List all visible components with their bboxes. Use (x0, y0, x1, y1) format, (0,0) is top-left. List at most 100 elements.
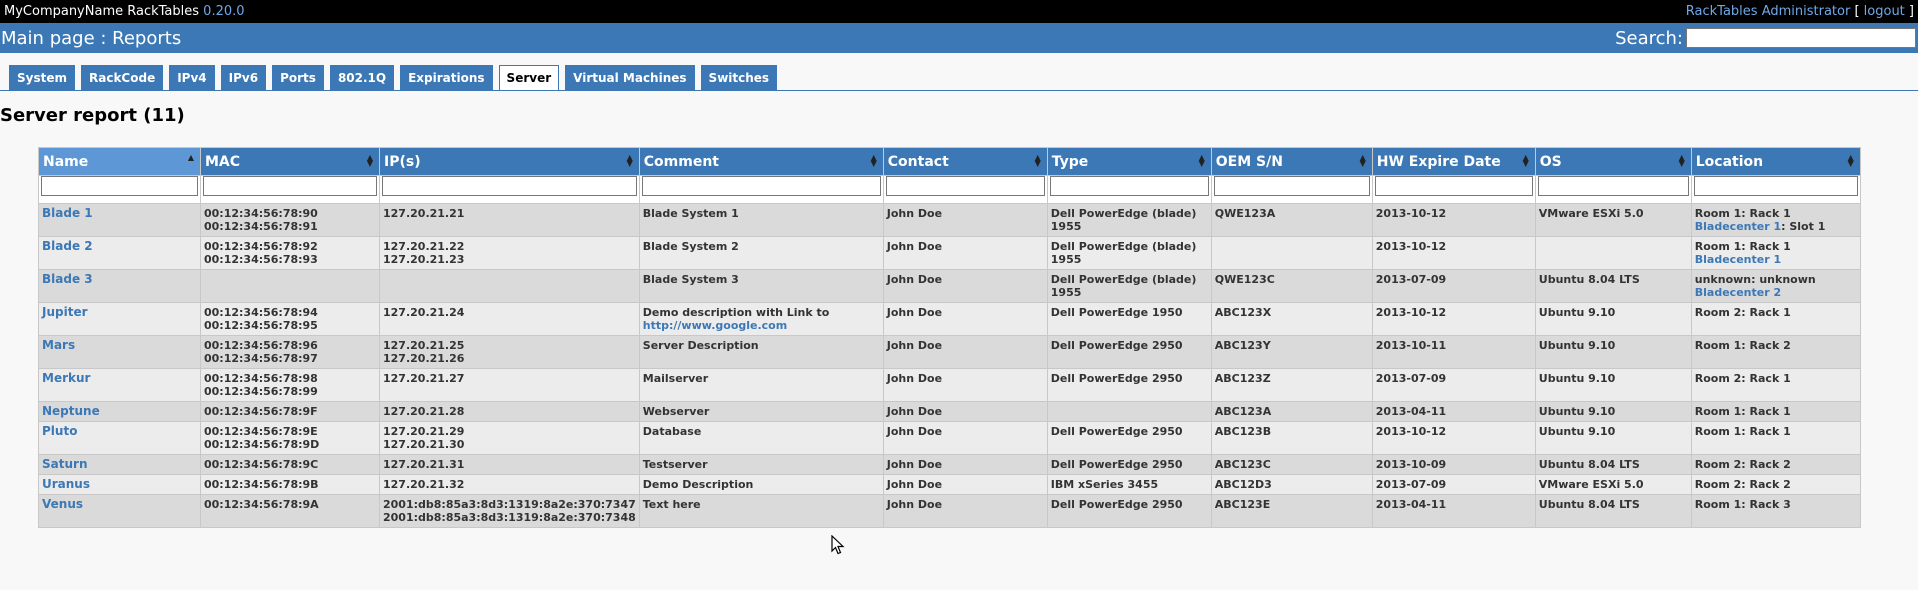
mac-address: 00:12:34:56:78:97 (204, 352, 318, 365)
cell-name: Merkur (38, 368, 201, 402)
column-header-type[interactable]: Type ▲ ▼ (1046, 147, 1212, 176)
filter-input-hw-expire-date[interactable] (1374, 176, 1533, 196)
cell-mac: 00:12:34:56:78:90 00:12:34:56:78:91 (200, 203, 380, 237)
cell-oem-sn: QWE123A (1210, 203, 1373, 237)
object-link[interactable]: Merkur (42, 371, 90, 385)
object-link[interactable]: Saturn (42, 457, 87, 471)
table-row: Merkur 00:12:34:56:78:98 00:12:34:56:78:99… (38, 368, 1861, 402)
object-link[interactable]: Neptune (42, 404, 100, 418)
breadcrumb[interactable]: Main page : Reports (1, 28, 181, 49)
location-text: unknown: unknown (1694, 273, 1816, 286)
object-link[interactable]: Blade 2 (42, 239, 93, 253)
tab-expirations[interactable]: Expirations (400, 65, 493, 90)
object-link[interactable]: Venus (42, 497, 83, 511)
cell-os: VMware ESXi 5.0 (1534, 474, 1692, 495)
cell-comment: Server Description (638, 335, 884, 369)
filter-input-location[interactable] (1693, 176, 1858, 196)
object-link[interactable]: Jupiter (42, 305, 88, 319)
report-title: Server report (11) (0, 105, 185, 126)
table-row: Jupiter 00:12:34:56:78:94 00:12:34:56:78:9… (38, 302, 1861, 336)
cell-type: IBM xSeries 3455 (1046, 474, 1212, 495)
location-line: Bladecenter 2 (1695, 286, 1857, 299)
column-header-label: Name (43, 153, 89, 170)
column-header-hw-expire-date[interactable]: HW Expire Date ▲ ▼ (1371, 147, 1536, 176)
top-bar: MyCompanyName RackTables 0.20.0 RackTabl… (0, 0, 1918, 23)
column-header-os[interactable]: OS ▲ ▼ (1534, 147, 1692, 176)
column-header-location[interactable]: Location ▲ ▼ (1690, 147, 1861, 176)
cell-mac: 00:12:34:56:78:92 00:12:34:56:78:93 (200, 236, 380, 270)
tab-ipv4[interactable]: IPv4 (169, 65, 215, 90)
search-area: Search: (1615, 28, 1916, 49)
comment-text: Text here (642, 498, 701, 511)
tab-server[interactable]: Server (498, 65, 560, 90)
filter-input-ip-s[interactable] (382, 176, 637, 196)
tab-ipv6[interactable]: IPv6 (220, 65, 267, 90)
cell-mac: 00:12:34:56:78:9C (200, 454, 380, 475)
column-header-mac[interactable]: MAC ▲ ▼ (200, 147, 380, 176)
comment-link[interactable]: http://www.google.com (643, 319, 787, 332)
cell-os: Ubuntu 9.10 (1534, 368, 1692, 402)
cell-os: Ubuntu 9.10 (1534, 302, 1692, 336)
tab-ports[interactable]: Ports (272, 65, 324, 90)
column-header-oem-s-n[interactable]: OEM S/N ▲ ▼ (1210, 147, 1373, 176)
server-report-table: Name ▲ MAC ▲ ▼ IP(s) ▲ ▼ Comment ▲ ▼ Contact ▲ ▼ Type ▲… (38, 147, 1861, 528)
filter-input-type[interactable] (1049, 176, 1209, 196)
tab-802-1q[interactable]: 802.1Q (329, 65, 395, 90)
ip-address: 127.20.21.27 (383, 372, 465, 385)
object-link[interactable]: Blade 1 (42, 206, 93, 220)
object-link[interactable]: Blade 3 (42, 272, 93, 286)
cell-type: Dell PowerEdge (blade) 1955 (1046, 203, 1212, 237)
cell-comment: Blade System 2 (638, 236, 884, 270)
filter-input-os[interactable] (1537, 176, 1689, 196)
tab-virtual-machines[interactable]: Virtual Machines (565, 65, 695, 90)
location-line: Room 1: Rack 3 (1695, 498, 1857, 511)
search-input[interactable] (1686, 28, 1916, 48)
user-area: RackTables Administrator [ logout ] (1686, 0, 1914, 23)
filter-input-name[interactable] (41, 176, 198, 196)
filter-cell (200, 175, 380, 204)
tab-system[interactable]: System (9, 65, 75, 90)
filter-input-oem-s-n[interactable] (1213, 176, 1370, 196)
column-header-contact[interactable]: Contact ▲ ▼ (882, 147, 1048, 176)
user-link[interactable]: RackTables Administrator (1686, 4, 1851, 19)
table-row: Blade 2 00:12:34:56:78:92 00:12:34:56:78:9… (38, 236, 1861, 270)
column-header-name[interactable]: Name ▲ (38, 147, 201, 176)
column-header-ip-s[interactable]: IP(s) ▲ ▼ (379, 147, 640, 176)
cell-location: Room 2: Rack 2 (1690, 454, 1861, 475)
tab-rackcode[interactable]: RackCode (81, 65, 164, 90)
location-link[interactable]: Bladecenter 2 (1695, 286, 1781, 299)
tab-switches[interactable]: Switches (700, 65, 778, 90)
column-header-comment[interactable]: Comment ▲ ▼ (638, 147, 884, 176)
cell-comment: Blade System 3 (638, 269, 884, 303)
filter-row (38, 175, 1861, 204)
cell-mac: 00:12:34:56:78:9B (200, 474, 380, 495)
report-tabs: System RackCode IPv4 IPv6 Ports 802.1Q Expirat… (0, 53, 1918, 91)
mac-address: 00:12:34:56:78:96 (204, 339, 318, 352)
cell-name: Blade 3 (38, 269, 201, 303)
cell-os (1534, 236, 1692, 270)
cell-mac: 00:12:34:56:78:94 00:12:34:56:78:95 (200, 302, 380, 336)
comment-text: Mailserver (642, 372, 709, 385)
location-link[interactable]: Bladecenter 1 (1695, 220, 1781, 233)
filter-input-contact[interactable] (885, 176, 1045, 196)
cell-type (1046, 401, 1212, 422)
path-bar: Main page : Reports Search: (0, 23, 1918, 53)
object-link[interactable]: Uranus (42, 477, 90, 491)
sort-icon: ▲ ▼ (1359, 153, 1366, 168)
filter-input-mac[interactable] (203, 176, 377, 196)
comment-text: Blade System 3 (642, 273, 739, 286)
object-link[interactable]: Mars (42, 338, 75, 352)
logout-link[interactable]: logout (1864, 4, 1905, 19)
location-link[interactable]: Bladecenter 1 (1695, 253, 1781, 266)
column-header-label: HW Expire Date (1376, 153, 1501, 170)
cell-hw-expire: 2013-10-12 (1371, 236, 1536, 270)
location-line: Room 2: Rack 1 (1695, 306, 1857, 319)
location-line: Room 2: Rack 2 (1695, 478, 1857, 491)
filter-input-comment[interactable] (641, 176, 881, 196)
column-header-label: MAC (205, 153, 241, 170)
location-line: Room 1: Rack 2 (1695, 339, 1857, 352)
table-row: Neptune 00:12:34:56:78:9F 127.20.21.28 Webs… (38, 401, 1861, 422)
cell-contact: John Doe (882, 421, 1048, 455)
sort-icon: ▲ ▼ (1034, 153, 1041, 168)
object-link[interactable]: Pluto (42, 424, 77, 438)
